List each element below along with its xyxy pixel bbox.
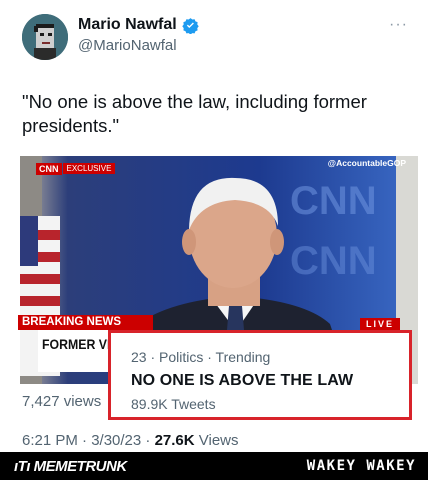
video-watermark: @AccountableGOP <box>327 158 406 168</box>
svg-text:CNN: CNN <box>290 239 377 283</box>
name-row[interactable]: Mario Nawfal <box>78 16 199 34</box>
video-views: 7,427 views <box>22 393 102 410</box>
memetrunk-logo: ıTı MEMETRUNK <box>14 458 127 475</box>
pixel-avatar-icon <box>22 14 68 60</box>
verified-badge-icon <box>181 17 199 34</box>
trend-title[interactable]: NO ONE IS ABOVE THE LAW <box>131 372 353 390</box>
wakey-wakey-logo: WAKEY WAKEY <box>306 458 416 474</box>
author-name[interactable]: Mario Nawfal <box>78 16 177 34</box>
trending-card[interactable]: 23 · Politics · Trending NO ONE IS ABOVE… <box>108 330 412 420</box>
tweet-text: "No one is above the law, including form… <box>22 91 367 136</box>
exclusive-label: EXCLUSIVE <box>62 163 116 174</box>
views-label: Views <box>194 432 239 449</box>
author-handle[interactable]: @MarioNawfal <box>78 37 177 54</box>
timestamp-text: 6:21 PM · 3/30/23 · <box>22 432 155 449</box>
svg-text:CNN: CNN <box>290 179 377 223</box>
trend-tweet-count: 89.9K Tweets <box>131 396 216 412</box>
breaking-news-banner: BREAKING NEWS <box>18 315 153 330</box>
chyron-text: FORMER VP <box>42 336 116 352</box>
live-badge: LIVE <box>360 318 400 330</box>
more-options-icon[interactable]: ··· <box>389 16 408 34</box>
trend-meta: 23 · Politics · Trending <box>131 349 271 365</box>
tweet-header: Mario Nawfal @MarioNawfal ··· <box>22 14 412 62</box>
avatar[interactable] <box>22 14 68 60</box>
tweet-timestamp[interactable]: 6:21 PM · 3/30/23 · 27.6K Views <box>22 432 239 449</box>
cnn-exclusive-badge: CNN EXCLUSIVE <box>36 162 116 175</box>
watermark-bar: ıTı MEMETRUNK WAKEY WAKEY <box>0 452 428 480</box>
cnn-logo: CNN <box>36 162 62 175</box>
views-number: 27.6K <box>154 432 195 449</box>
